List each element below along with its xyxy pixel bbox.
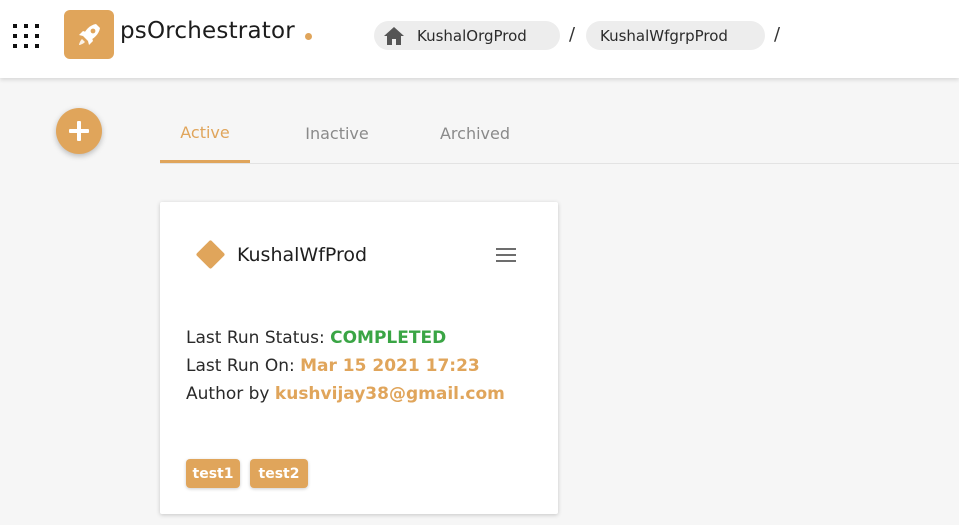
- brand-dot: [305, 33, 312, 40]
- author-label: Author by: [186, 384, 270, 404]
- add-workflow-button[interactable]: [56, 108, 102, 154]
- last-run-on-value: Mar 15 2021 17:23: [300, 356, 480, 376]
- author-email[interactable]: kushvijay38@gmail.com: [275, 384, 505, 404]
- breadcrumb-separator: /: [774, 24, 781, 45]
- tab-archived[interactable]: Archived: [426, 104, 524, 163]
- last-run-status-label: Last Run Status:: [186, 328, 325, 348]
- status-tabs: Active Inactive Archived: [160, 104, 959, 164]
- breadcrumb-workflow-group-label: KushalWfgrpProd: [600, 26, 728, 45]
- hamburger-menu-icon[interactable]: [496, 248, 516, 264]
- workflow-card[interactable]: KushalWfProd Last Run Status: COMPLETED …: [160, 202, 558, 514]
- breadcrumb-org-label: KushalOrgProd: [417, 26, 527, 45]
- tab-active[interactable]: Active: [160, 104, 250, 163]
- diamond-icon: [195, 239, 226, 270]
- breadcrumb-separator: /: [569, 24, 576, 45]
- breadcrumb-org[interactable]: KushalOrgProd: [374, 21, 560, 50]
- tab-inactive[interactable]: Inactive: [290, 104, 384, 163]
- rocket-logo-icon[interactable]: [64, 10, 114, 59]
- last-run-status-row: Last Run Status: COMPLETED: [186, 324, 505, 352]
- app-launcher-grid-icon[interactable]: [13, 24, 41, 48]
- breadcrumb-workflow-group[interactable]: KushalWfgrpProd: [586, 21, 765, 50]
- author-row: Author by kushvijay38@gmail.com: [186, 380, 505, 408]
- workflow-details: Last Run Status: COMPLETED Last Run On: …: [186, 324, 505, 408]
- last-run-status-value: COMPLETED: [330, 328, 447, 348]
- tag-chip[interactable]: test2: [250, 459, 308, 488]
- last-run-on-label: Last Run On:: [186, 356, 295, 376]
- plus-icon: [69, 121, 89, 141]
- tag-chip[interactable]: test1: [186, 459, 240, 488]
- workflow-title[interactable]: KushalWfProd: [237, 244, 367, 266]
- app-brand-name[interactable]: psOrchestrator: [120, 18, 295, 44]
- top-app-bar: psOrchestrator KushalOrgProd / KushalWfg…: [0, 0, 959, 78]
- last-run-on-row: Last Run On: Mar 15 2021 17:23: [186, 352, 505, 380]
- home-icon: [383, 26, 405, 46]
